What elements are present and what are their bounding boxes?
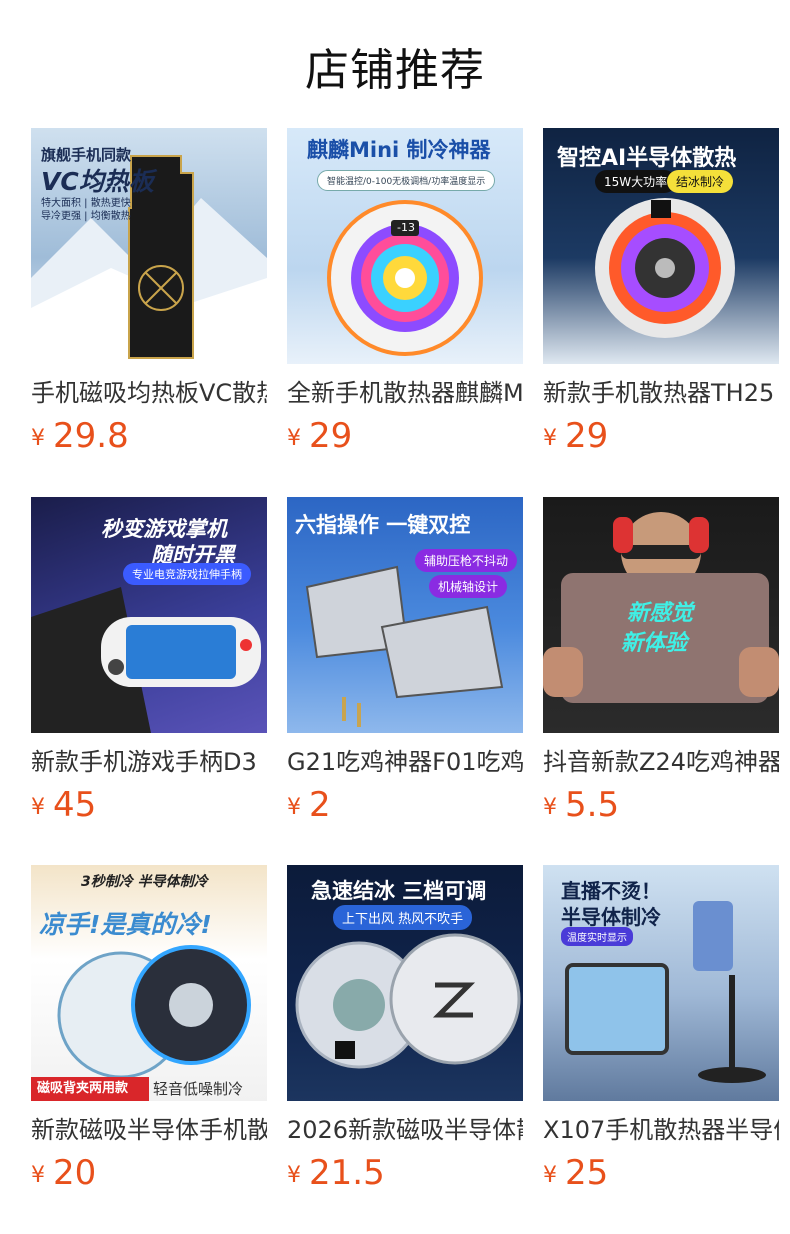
product-name[interactable]: X107手机散热器半导体: [543, 1113, 779, 1147]
price-value: 25: [565, 1153, 609, 1193]
product-price: ¥29: [543, 416, 779, 458]
product-image[interactable]: 智控AI半导体散热 15W大功率 结冰制冷: [543, 128, 779, 364]
price-value: 29: [565, 416, 609, 456]
currency-symbol: ¥: [543, 426, 557, 451]
product-price: ¥45: [31, 785, 267, 827]
product-image[interactable]: 急速结冰 三档可调 上下出风 热风不吹手: [287, 865, 523, 1101]
product-name[interactable]: G21吃鸡神器F01吃鸡: [287, 745, 523, 779]
product-card[interactable]: 3秒制冷 半导体制冷 凉手!是真的冷! 磁吸背夹两用款 轻音低噪制冷 新款磁吸半…: [31, 865, 267, 1195]
price-value: 20: [53, 1153, 97, 1193]
image-text: 急速结冰 三档可调: [311, 879, 487, 903]
product-card[interactable]: 急速结冰 三档可调 上下出风 热风不吹手 2026新款磁吸半导体散热器 ¥21.…: [287, 865, 523, 1195]
product-card[interactable]: 智控AI半导体散热 15W大功率 结冰制冷 新款手机散热器TH25 ¥29: [543, 128, 779, 458]
product-price: ¥20: [31, 1153, 267, 1195]
product-price: ¥21.5: [287, 1153, 523, 1195]
image-text: 导冷更强 | 均衡散热: [41, 211, 131, 222]
image-text: 新体验: [621, 631, 688, 656]
price-value: 45: [53, 785, 97, 825]
product-name[interactable]: 新款手机游戏手柄D3: [31, 745, 267, 779]
currency-symbol: ¥: [287, 795, 301, 820]
image-text: 专业电竞游戏拉伸手柄: [123, 563, 251, 585]
image-text: 六指操作 一键双控: [295, 513, 471, 537]
product-price: ¥29: [287, 416, 523, 458]
product-name[interactable]: 2026新款磁吸半导体散热器: [287, 1113, 523, 1147]
product-card[interactable]: 秒变游戏掌机 随时开黑 专业电竞游戏拉伸手柄 新款手机游戏手柄D3 ¥45: [31, 497, 267, 827]
product-card[interactable]: 新感觉 新体验 抖音新款Z24吃鸡神器 ¥5.5: [543, 497, 779, 827]
image-text: 机械轴设计: [429, 575, 508, 598]
image-text: 3秒制冷 半导体制冷: [81, 874, 208, 890]
product-image[interactable]: 旗舰手机同款 VC均热板 特大面积 | 散热更快 导冷更强 | 均衡散热: [31, 128, 267, 364]
section-title: 店铺推荐: [305, 45, 485, 96]
product-name[interactable]: 全新手机散热器麒麟Mini: [287, 376, 523, 410]
price-value: 5.5: [565, 785, 620, 825]
currency-symbol: ¥: [287, 1163, 301, 1188]
product-image[interactable]: 直播不烫！ 半导体制冷 温度实时显示: [543, 865, 779, 1101]
product-name[interactable]: 新款磁吸半导体手机散热器: [31, 1113, 267, 1147]
currency-symbol: ¥: [543, 1163, 557, 1188]
product-name[interactable]: 抖音新款Z24吃鸡神器: [543, 745, 779, 779]
image-text: 温度实时显示: [561, 927, 633, 946]
image-text: 凉手!是真的冷!: [39, 910, 212, 939]
image-text: 磁吸背夹两用款: [31, 1077, 149, 1101]
product-card[interactable]: 麒麟Mini 制冷神器 智能温控/0-100无极调档/功率温度显示 -13 全新…: [287, 128, 523, 458]
price-value: 29: [309, 416, 353, 456]
product-image[interactable]: 麒麟Mini 制冷神器 智能温控/0-100无极调档/功率温度显示 -13: [287, 128, 523, 364]
image-text: 麒麟Mini 制冷神器: [307, 138, 491, 162]
product-card[interactable]: 直播不烫！ 半导体制冷 温度实时显示 X107手机散热器半导体 ¥25: [543, 865, 779, 1195]
currency-symbol: ¥: [31, 1163, 45, 1188]
product-name[interactable]: 手机磁吸均热板VC散热: [31, 376, 267, 410]
product-card[interactable]: 旗舰手机同款 VC均热板 特大面积 | 散热更快 导冷更强 | 均衡散热 手机磁…: [31, 128, 267, 458]
product-price: ¥29.8: [31, 416, 267, 458]
price-value: 2: [309, 785, 331, 825]
product-price: ¥5.5: [543, 785, 779, 827]
product-image[interactable]: 六指操作 一键双控 辅助压枪不抖动 机械轴设计: [287, 497, 523, 733]
currency-symbol: ¥: [31, 795, 45, 820]
product-image[interactable]: 新感觉 新体验: [543, 497, 779, 733]
image-text: 轻音低噪制冷: [153, 1080, 244, 1098]
currency-symbol: ¥: [31, 426, 45, 451]
image-text: VC均热板: [41, 167, 154, 196]
product-card[interactable]: 六指操作 一键双控 辅助压枪不抖动 机械轴设计 G21吃鸡神器F01吃鸡 ¥2: [287, 497, 523, 827]
price-value: 29.8: [53, 416, 129, 456]
currency-symbol: ¥: [543, 795, 557, 820]
image-text: 新感觉: [627, 601, 694, 626]
image-text: 上下出风 热风不吹手: [333, 905, 473, 930]
image-text: -13: [397, 221, 415, 234]
product-image[interactable]: 秒变游戏掌机 随时开黑 专业电竞游戏拉伸手柄: [31, 497, 267, 733]
image-text: 辅助压枪不抖动: [415, 549, 518, 572]
image-text: 半导体制冷: [561, 905, 661, 929]
image-text: 15W大功率: [595, 170, 677, 193]
product-price: ¥25: [543, 1153, 779, 1195]
product-image[interactable]: 3秒制冷 半导体制冷 凉手!是真的冷! 磁吸背夹两用款 轻音低噪制冷: [31, 865, 267, 1101]
price-value: 21.5: [309, 1153, 385, 1193]
image-text: 结冰制冷: [667, 170, 734, 193]
image-text: 直播不烫！: [561, 879, 661, 903]
currency-symbol: ¥: [287, 426, 301, 451]
image-text: 智能温控/0-100无极调档/功率温度显示: [317, 170, 496, 191]
product-name[interactable]: 新款手机散热器TH25: [543, 376, 779, 410]
product-price: ¥2: [287, 785, 523, 827]
image-text: 智控AI半导体散热: [557, 146, 737, 171]
